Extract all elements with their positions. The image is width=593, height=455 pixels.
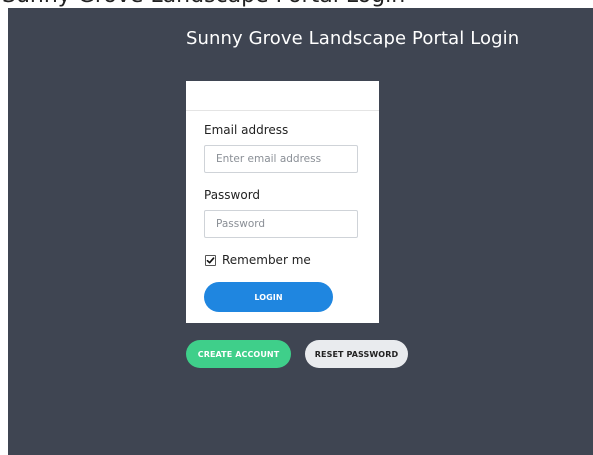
password-input[interactable] (204, 210, 358, 238)
password-label: Password (204, 188, 261, 202)
login-panel: Sunny Grove Landscape Portal Login Email… (8, 8, 593, 455)
page-heading: Sunny Grove Landscape Portal Login (0, 0, 593, 8)
page-heading-text: Sunny Grove Landscape Portal Login (2, 0, 405, 8)
remember-me-row[interactable]: Remember me (205, 253, 311, 267)
remember-me-checkbox[interactable] (205, 254, 216, 266)
login-card: Email address Password Remember me LOGIN (186, 81, 379, 323)
create-account-button[interactable]: CREATE ACCOUNT (186, 340, 291, 368)
reset-password-button[interactable]: RESET PASSWORD (305, 340, 408, 368)
email-input[interactable] (204, 145, 358, 173)
card-header (186, 81, 379, 111)
app-title: Sunny Grove Landscape Portal Login (186, 28, 520, 49)
login-button[interactable]: LOGIN (204, 282, 333, 312)
email-label: Email address (204, 123, 289, 137)
checkmark-icon (206, 256, 215, 263)
remember-me-label: Remember me (222, 253, 311, 267)
